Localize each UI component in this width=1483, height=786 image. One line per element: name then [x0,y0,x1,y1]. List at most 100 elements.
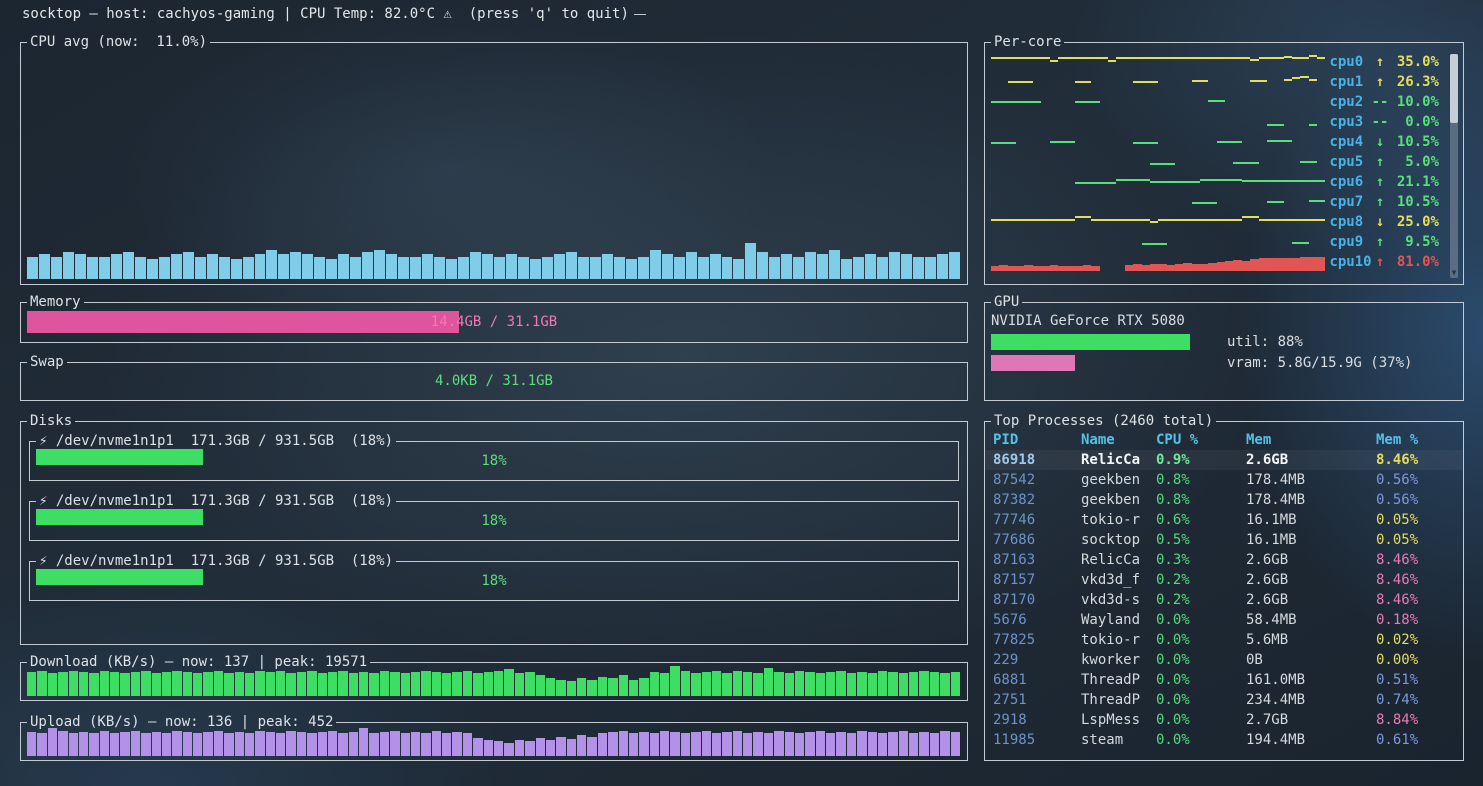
scroll-down-icon[interactable]: ▼ [1450,268,1458,278]
cpu-avg-panel: CPU avg (now: 11.0%) [20,32,968,285]
process-mem-percent: 0.05% [1376,530,1456,550]
core-name-label: cpu9 [1329,234,1371,250]
core-usage-sparkline [991,113,1325,131]
disk-panel: ⚡ /dev/nvme1n1p1 171.3GB / 931.5GB (18%)… [29,491,959,541]
gpu-util-bar [991,334,1217,350]
core-usage-value: 9.5% [1388,234,1439,250]
core-usage-sparkline [991,93,1325,111]
scrollbar[interactable]: ▼ [1450,54,1458,278]
process-cpu: 0.0% [1156,610,1246,630]
process-row[interactable]: 2751 ThreadP 0.0% 234.4MB 0.74% [985,690,1463,710]
title-tail-line [634,14,646,15]
process-cpu: 0.2% [1156,590,1246,610]
process-row[interactable]: 229 kworker 0.0% 0B 0.00% [985,650,1463,670]
cpu-history-chart [27,54,961,279]
process-mem-percent: 0.00% [1376,650,1456,670]
column-header-pid: PID [993,430,1081,450]
core-name-label: cpu0 [1329,54,1371,70]
disk-panel: ⚡ /dev/nvme1n1p1 171.3GB / 931.5GB (18%)… [29,431,959,481]
trend-arrow-icon: ↑ [1372,54,1389,70]
core-usage-value: 21.1% [1388,174,1439,190]
per-core-panel: Per-core cpu0 ↑ 35.0% cpu1 ↑ 26.3% cpu2 … [984,32,1464,285]
process-table: PID Name CPU % Mem Mem % 86918 RelicCa 0… [985,430,1463,750]
process-pid: 87542 [993,470,1081,490]
process-pid: 77825 [993,630,1081,650]
download-panel-body [20,662,968,701]
process-table-header: PID Name CPU % Mem Mem % [985,430,1463,450]
upload-history-chart [27,726,961,756]
process-mem: 16.1MB [1246,510,1376,530]
process-row[interactable]: 5676 Wayland 0.0% 58.4MB 0.18% [985,610,1463,630]
process-mem-percent: 0.02% [1376,630,1456,650]
process-row[interactable]: 87382 geekben 0.8% 178.4MB 0.56% [985,490,1463,510]
process-mem: 161.0MB [1246,670,1376,690]
trend-arrow-icon: ↓ [1372,214,1389,230]
column-header-cpu: CPU % [1156,430,1246,450]
process-row[interactable]: 11985 steam 0.0% 194.4MB 0.61% [985,730,1463,750]
core-usage-sparkline [991,233,1325,251]
process-row[interactable]: 87170 vkd3d-s 0.2% 2.6GB 8.46% [985,590,1463,610]
core-usage-value: 26.3% [1388,74,1439,90]
swap-usage-label: 4.0KB / 31.1GB [21,362,967,400]
gpu-util-bar-fill [991,334,1190,350]
download-panel: Download (KB/s) — now: 137 | peak: 19571 [20,652,968,701]
trend-arrow-icon: ↑ [1372,154,1389,170]
core-usage-sparkline [991,73,1325,91]
process-row[interactable]: 77686 socktop 0.5% 16.1MB 0.05% [985,530,1463,550]
process-name: RelicCa [1081,450,1156,470]
process-name: tokio-r [1081,630,1156,650]
gpu-util-line: util: 88% [991,332,1457,352]
process-name: RelicCa [1081,550,1156,570]
process-pid: 86918 [993,450,1081,470]
process-cpu: 0.2% [1156,570,1246,590]
process-cpu: 0.5% [1156,530,1246,550]
disk-usage-percent: 18% [30,501,958,540]
process-mem: 178.4MB [1246,490,1376,510]
process-pid: 87170 [993,590,1081,610]
process-row[interactable]: 86918 RelicCa 0.9% 2.6GB 8.46% [985,450,1463,470]
core-row: cpu2 -- 10.0% [991,92,1439,112]
process-row[interactable]: 6881 ThreadP 0.0% 161.0MB 0.51% [985,670,1463,690]
trend-arrow-icon: ↑ [1372,234,1389,250]
swap-panel-body: 4.0KB / 31.1GB [20,362,968,401]
column-header-name: Name [1081,430,1156,450]
process-mem-percent: 0.61% [1376,730,1456,750]
trend-arrow-icon: ↑ [1372,254,1389,270]
process-pid: 6881 [993,670,1081,690]
swap-panel: Swap 4.0KB / 31.1GB [20,352,968,401]
core-row: cpu0 ↑ 35.0% [991,52,1439,72]
core-usage-sparkline [991,193,1325,211]
memory-panel-body: 14.4GB / 31.1GB [20,302,968,343]
process-cpu: 0.0% [1156,650,1246,670]
trend-arrow-icon: -- [1372,94,1389,110]
process-name: geekben [1081,490,1156,510]
process-row[interactable]: 87542 geekben 0.8% 178.4MB 0.56% [985,470,1463,490]
process-name: vkd3d_f [1081,570,1156,590]
process-name: ThreadP [1081,690,1156,710]
process-pid: 2751 [993,690,1081,710]
process-mem-percent: 0.56% [1376,490,1456,510]
core-name-label: cpu6 [1329,174,1371,190]
process-pid: 5676 [993,610,1081,630]
process-mem: 16.1MB [1246,530,1376,550]
process-name: geekben [1081,470,1156,490]
process-mem-percent: 0.05% [1376,510,1456,530]
process-mem-percent: 8.46% [1376,450,1456,470]
process-cpu: 0.3% [1156,550,1246,570]
disk-usage-percent: 18% [30,561,958,600]
process-pid: 87163 [993,550,1081,570]
trend-arrow-icon: ↑ [1372,74,1389,90]
process-mem-percent: 8.46% [1376,590,1456,610]
process-row[interactable]: 87163 RelicCa 0.3% 2.6GB 8.46% [985,550,1463,570]
process-cpu: 0.8% [1156,470,1246,490]
memory-usage-label: 14.4GB / 31.1GB [27,311,961,333]
scrollbar-thumb[interactable] [1450,54,1458,123]
process-row[interactable]: 87157 vkd3d_f 0.2% 2.6GB 8.46% [985,570,1463,590]
process-cpu: 0.9% [1156,450,1246,470]
process-mem-percent: 0.51% [1376,670,1456,690]
process-row[interactable]: 77825 tokio-r 0.0% 5.6MB 0.02% [985,630,1463,650]
core-name-label: cpu4 [1329,134,1371,150]
gpu-util-label: util: 88% [1227,334,1303,350]
process-row[interactable]: 77746 tokio-r 0.6% 16.1MB 0.05% [985,510,1463,530]
process-row[interactable]: 2918 LspMess 0.0% 2.7GB 8.84% [985,710,1463,730]
